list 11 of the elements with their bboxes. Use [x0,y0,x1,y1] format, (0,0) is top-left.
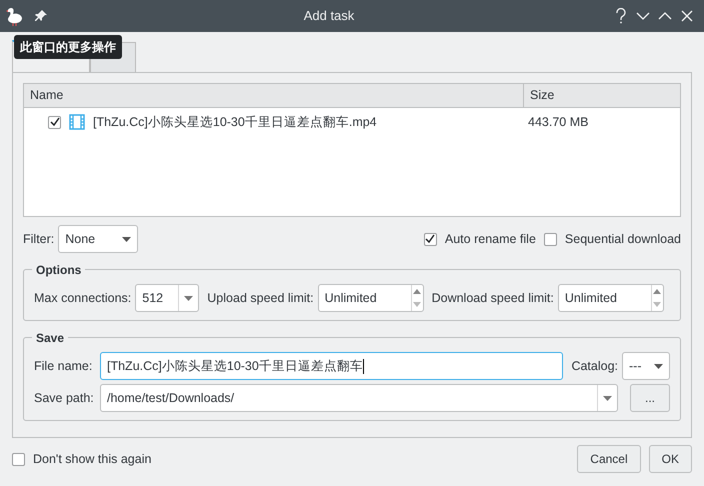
file-size: 443.70 MB [527,114,588,131]
window-title: Add task [302,7,356,26]
field-label: Catalog: [571,358,618,375]
field-label: Save path: [34,390,95,407]
file-name: [ThZu.Cc]小陈头星选10-30千里日逼差点翻车.mp4 [93,114,377,131]
tooltip: 此窗口的更多操作 [14,35,122,59]
field-label: Max connections: [34,290,132,307]
field-label: Upload speed limit: [207,290,314,307]
field-label: Download speed limit: [432,290,554,307]
filter-label: Filter: [23,230,54,248]
field-label: File name: [34,358,94,375]
